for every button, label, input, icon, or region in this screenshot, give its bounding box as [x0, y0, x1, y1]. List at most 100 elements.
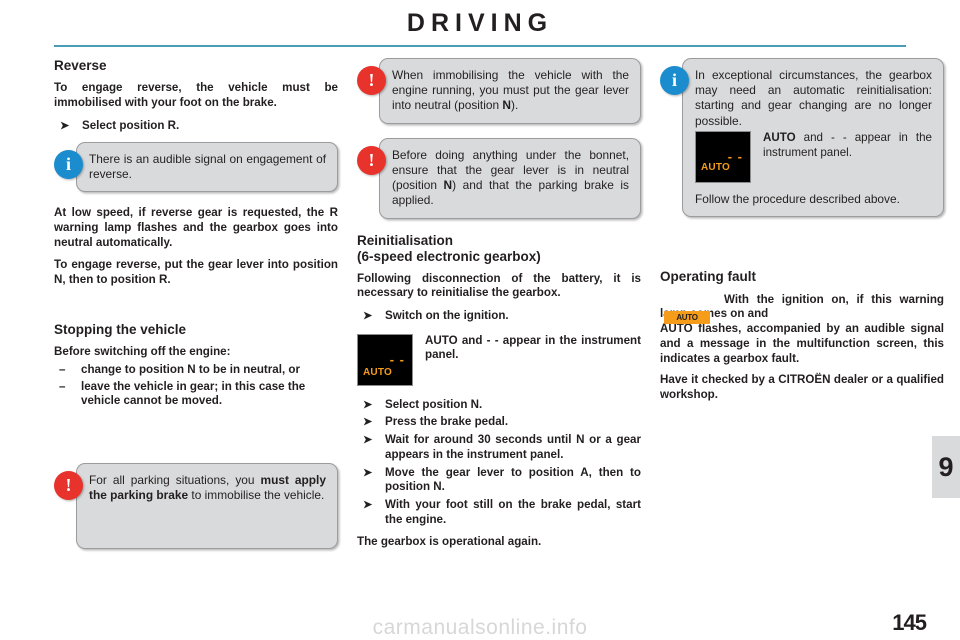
step-text: Select position N. [385, 397, 483, 411]
reverse-intro: To engage reverse, the vehicle must be i… [54, 81, 338, 110]
parking-text-after: to immobilise the vehicle. [188, 488, 325, 503]
dash-bullet-icon: – [59, 379, 66, 393]
arrow-bullet-icon: ➤ [363, 499, 373, 512]
chapter-number: 9 [938, 452, 954, 482]
reinitialisation-heading-line1: Reinitialisation [357, 232, 454, 248]
callout-text-bold: N [443, 178, 453, 193]
step-text: Select position R. [82, 118, 180, 132]
step-text: Move the gear lever to position A, then … [385, 465, 641, 494]
list-item: ➤ Select position N. [357, 398, 641, 413]
warning-icon: ! [357, 66, 386, 95]
callout-text-part2: ). [510, 98, 519, 113]
warning-icon-glyph: ! [368, 149, 375, 170]
list-item: ➤ With your foot still on the brake pedal… [357, 498, 641, 527]
operating-fault-block: AUTO With the ignition on, if this warni… [660, 293, 944, 403]
reinitialisation-closing: The gearbox is operational again. [357, 535, 542, 549]
stopping-items: – change to position N to be in neutral, … [54, 363, 338, 409]
list-item: – leave the vehicle in gear; in this case… [54, 380, 338, 409]
callout-follow-text: Follow the procedure described above. [695, 191, 900, 206]
info-icon: i [54, 149, 83, 179]
info-icon-glyph: i [65, 153, 71, 174]
step-text: Wait for around 30 seconds until N or a … [385, 433, 641, 461]
instrument-display-graphic: - - AUTO [357, 333, 413, 386]
arrow-bullet-icon: ➤ [363, 416, 373, 429]
info-icon: i [660, 66, 689, 95]
bonnet-callout: ! Before doing anything under the bonnet… [357, 137, 641, 219]
gearbox-fault-lamp-icon: AUTO [664, 310, 710, 324]
instrument-display-caption: AUTO and - - appear in the instrument pa… [425, 334, 641, 363]
right-column: i In exceptional circumstances, the gear… [660, 58, 944, 411]
display-auto-label: AUTO [701, 162, 730, 174]
instrument-display-graphic: - - AUTO [695, 130, 751, 183]
item-text: leave the vehicle in gear; in this case … [81, 379, 306, 408]
list-item: ➤ Press the brake pedal. [357, 415, 641, 430]
instrument-display-caption: AUTO and - - appear in the instrument pa… [763, 131, 932, 160]
reverse-steps: ➤ Select position R. [54, 119, 338, 134]
callout-text: Before doing anything under the bonnet, … [379, 137, 641, 219]
parking-text-before: For all parking situations, you [89, 473, 261, 488]
reinitialisation-intro: Following disconnection of the battery, … [357, 271, 641, 300]
fault-dealer-text: Have it checked by a CITROËN dealer or a… [660, 373, 944, 401]
low-speed-paragraph: At low speed, if reverse gear is request… [54, 206, 338, 249]
callout-text: In exceptional circumstances, the gearbo… [695, 68, 932, 128]
list-item: ➤ Wait for around 30 seconds until N or a… [357, 433, 641, 462]
arrow-bullet-icon: ➤ [363, 398, 373, 411]
callout-body: In exceptional circumstances, the gearbo… [682, 58, 944, 218]
list-item: ➤ Select position R. [54, 119, 338, 134]
fault-text-part2: flashes, accompanied by an audible signa… [660, 322, 944, 365]
warning-icon-glyph: ! [65, 475, 72, 496]
fault-text-bold: AUTO [660, 322, 693, 336]
reverse-heading: Reverse [54, 58, 107, 73]
item-text: change to position N to be in neutral, o… [81, 362, 300, 376]
display-dashes: - - [389, 351, 405, 367]
reinitialisation-heading-line2: (6-speed electronic gearbox) [357, 249, 541, 265]
reinitialisation-steps-rest: ➤ Select position N. ➤ Press the brake ped… [357, 398, 641, 528]
instrument-display-row: - - AUTO AUTO and - - appear in the inst… [695, 130, 932, 183]
callout-text-bold: N [502, 98, 511, 113]
caption-rest: and - - appear in the instrument panel. [425, 333, 641, 362]
warning-icon: ! [54, 471, 83, 501]
caption-bold: AUTO [763, 130, 796, 144]
caption-bold: AUTO [425, 333, 458, 347]
arrow-bullet-icon: ➤ [363, 466, 373, 479]
callout-text: For all parking situations, you must app… [76, 463, 338, 550]
arrow-bullet-icon: ➤ [363, 310, 373, 323]
chapter-tab: 9 [932, 436, 960, 498]
watermark: carmanualsonline.info [372, 616, 588, 639]
exceptional-circumstances-callout: i In exceptional circumstances, the gear… [660, 58, 944, 218]
reinitialisation-steps-first: ➤ Switch on the ignition. [357, 309, 641, 324]
list-item: ➤ Move the gear lever to position A, then… [357, 466, 641, 495]
callout-text: There is an audible signal on engagement… [76, 141, 338, 193]
step-text: Press the brake pedal. [385, 415, 509, 429]
arrow-bullet-icon: ➤ [60, 119, 70, 132]
page-title: DRIVING [406, 9, 554, 37]
display-auto-label: AUTO [363, 366, 392, 378]
step-text: With your foot still on the brake pedal,… [385, 498, 641, 526]
display-dashes: - - [727, 148, 743, 164]
step-text: Switch on the ignition. [385, 309, 509, 323]
engage-reverse-paragraph: To engage reverse, put the gear lever in… [54, 258, 338, 286]
immobilising-callout: ! When immobilising the vehicle with the… [357, 58, 641, 124]
stopping-heading: Stopping the vehicle [54, 321, 187, 337]
operating-fault-heading: Operating fault [660, 269, 757, 285]
middle-column: ! When immobilising the vehicle with the… [357, 58, 641, 558]
arrow-bullet-icon: ➤ [363, 434, 373, 447]
list-item: ➤ Switch on the ignition. [357, 309, 641, 324]
list-item: – change to position N to be in neutral, … [54, 363, 338, 378]
instrument-display-row: - - AUTO AUTO and - - appear in the inst… [357, 333, 641, 386]
warning-icon: ! [357, 145, 386, 175]
page-header: DRIVING [0, 0, 960, 46]
info-icon-glyph: i [671, 70, 677, 90]
gearbox-fault-lamp-label: AUTO [676, 312, 698, 322]
left-column: Reverse To engage reverse, the vehicle m… [54, 58, 338, 563]
header-divider [54, 45, 906, 47]
audible-signal-callout: i There is an audible signal on engageme… [54, 141, 338, 193]
warning-icon-glyph: ! [368, 70, 375, 90]
stopping-lead: Before switching off the engine: [54, 345, 231, 359]
parking-brake-callout: ! For all parking situations, you must a… [54, 463, 338, 550]
dash-bullet-icon: – [59, 362, 66, 376]
reinitialisation-heading: Reinitialisation (6-speed electronic gea… [357, 233, 641, 266]
callout-text: When immobilising the vehicle with the e… [379, 58, 641, 124]
operating-fault-text: With the ignition on, if this warning la… [660, 293, 944, 367]
page-number: 145 [892, 610, 927, 635]
